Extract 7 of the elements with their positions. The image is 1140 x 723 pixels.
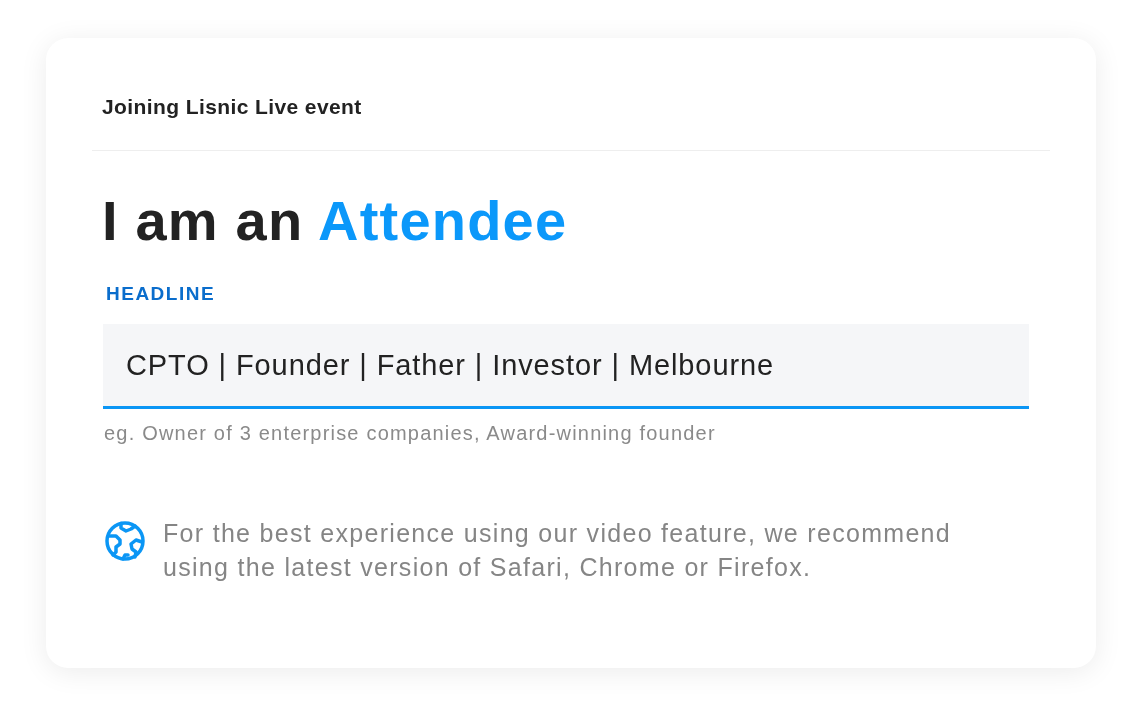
browser-recommendation: For the best experience using our video feature, we recommend using the latest version of Safari, Chrome or Firefox. xyxy=(163,518,952,583)
field-label: HEADLINE xyxy=(106,283,216,305)
headline-input[interactable]: CPTO | Founder | Father | Investor | Melbourne xyxy=(103,324,1029,409)
heading: I am an Attendee xyxy=(102,191,568,251)
field-hint: eg. Owner of 3 enterprise companies, Award-winning founder xyxy=(104,421,716,445)
dialog-title: Joining Lisnic Live event xyxy=(102,95,362,119)
globe-icon xyxy=(105,521,145,561)
